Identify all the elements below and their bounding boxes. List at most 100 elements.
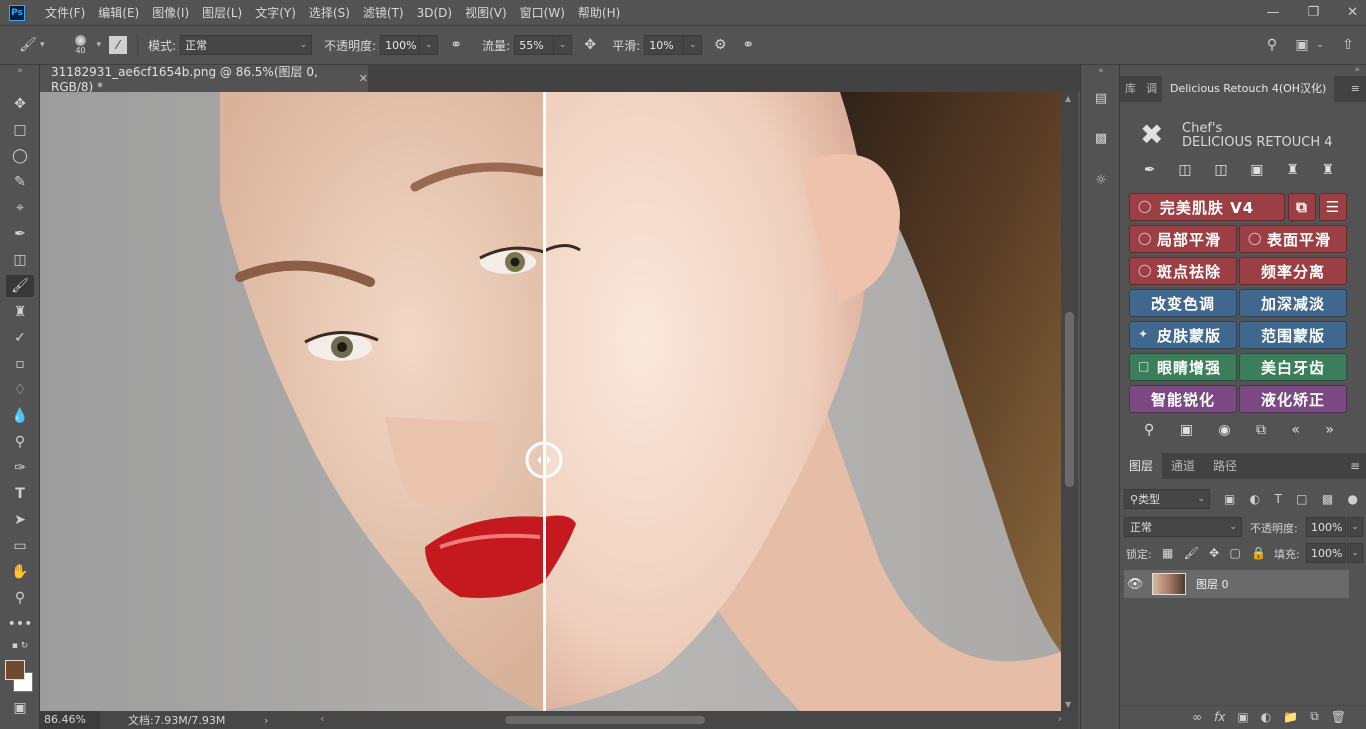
restore-icon[interactable]: ❐ (1307, 5, 1319, 20)
expand-panels-icon[interactable]: » (1354, 65, 1360, 75)
tab-adjustments[interactable]: 调 (1141, 76, 1162, 102)
close-icon[interactable]: ✕ (359, 72, 368, 85)
flow-input[interactable]: 55% (514, 35, 555, 55)
zoom-tool-icon[interactable]: ⚲ (6, 587, 34, 609)
bandage-icon[interactable]: ◫ (1178, 162, 1191, 184)
adjustment-layer-icon[interactable]: ◐ (1261, 710, 1271, 724)
shape-filter-icon[interactable]: □ (1296, 492, 1307, 506)
pixel-filter-icon[interactable]: ▣ (1224, 492, 1235, 506)
foreground-color-swatch[interactable] (5, 660, 25, 680)
rectangle-tool-icon[interactable]: ▭ (6, 535, 34, 557)
surface-smooth-button[interactable]: ◯ 表面平滑 (1239, 225, 1347, 253)
adjustments-panel-icon[interactable]: ▤ (1090, 87, 1112, 109)
fill-dropdown-icon[interactable]: ⌄ (1347, 543, 1363, 563)
quick-select-tool-icon[interactable]: ✎ (6, 171, 34, 193)
smooth-dropdown-icon[interactable]: ⌄ (684, 35, 703, 55)
add-mask-icon[interactable]: ▣ (1237, 710, 1248, 724)
tab-delicious-retouch[interactable]: Delicious Retouch 4(OH汉化) (1162, 76, 1335, 102)
zoom-icon[interactable]: ⚲ (1144, 422, 1154, 442)
close-icon[interactable]: ✕ (1347, 5, 1358, 20)
crop-tool-icon[interactable]: ⌖ (6, 197, 34, 219)
duplicate-icon[interactable]: ⧉ (1256, 422, 1266, 442)
document-tab[interactable]: 31182931_ae6cf1654b.png @ 86.5%(图层 0, RG… (40, 65, 368, 94)
fill-input[interactable]: 100% (1306, 543, 1346, 563)
menu-type[interactable]: 文字(Y) (255, 4, 296, 21)
pressure-opacity-icon[interactable]: ⚭ (446, 35, 466, 55)
menu-select[interactable]: 选择(S) (309, 4, 350, 21)
airbrush-icon[interactable]: ✥ (580, 35, 600, 55)
menu-view[interactable]: 视图(V) (465, 4, 507, 21)
vertical-scrollbar[interactable]: ▲ ▼ (1061, 92, 1078, 711)
menu-edit[interactable]: 编辑(E) (98, 4, 139, 21)
new-layer-icon[interactable]: ⧉ (1310, 709, 1319, 724)
menu-layer[interactable]: 图层(L) (202, 4, 242, 21)
opacity-input[interactable]: 100% (380, 35, 421, 55)
menu-filter[interactable]: 滤镜(T) (363, 4, 404, 21)
move-tool-icon[interactable]: ✥ (6, 93, 34, 115)
tab-paths[interactable]: 路径 (1204, 453, 1246, 479)
mode-select[interactable]: 正常 ⌄ (180, 35, 313, 55)
lasso-tool-icon[interactable]: ◯ (6, 145, 34, 167)
menu-file[interactable]: 文件(F) (45, 4, 85, 21)
new-group-icon[interactable]: 📁 (1283, 710, 1298, 724)
zoom-level[interactable]: 86.46% (40, 711, 100, 729)
scroll-left-icon[interactable]: ‹ (320, 712, 324, 725)
brush-preset-dropdown-icon[interactable]: ▾ (97, 40, 102, 50)
clone-stamp-tool-icon[interactable]: ♜ (6, 301, 34, 323)
blend-mode-select[interactable]: 正常 ⌄ (1124, 517, 1242, 537)
lock-transparent-icon[interactable]: ▦ (1162, 546, 1173, 560)
marquee-tool-icon[interactable]: □ (6, 119, 34, 141)
pen-tool-icon[interactable]: ✑ (6, 457, 34, 479)
horizontal-scrollbar[interactable]: ‹ › (320, 712, 1062, 725)
workspace-icon[interactable]: ▣ (1292, 35, 1312, 55)
collapse-dock-icon[interactable]: « (1090, 65, 1112, 77)
brush-tool-icon[interactable]: 🖌 (6, 275, 34, 297)
dodge-tool-icon[interactable]: ⚲ (6, 431, 34, 453)
dropper-plus-icon[interactable]: ✒ (1144, 162, 1156, 184)
smooth-input[interactable]: 10% (644, 35, 685, 55)
tool-preset-dropdown-icon[interactable]: ▾ (40, 40, 45, 50)
brush-settings-icon[interactable]: ⁄ (109, 36, 128, 54)
minimize-icon[interactable]: — (1266, 5, 1279, 20)
hand-tool-icon[interactable]: ✋ (6, 561, 34, 583)
lock-position-icon[interactable]: ✥ (1209, 546, 1219, 560)
history-brush-tool-icon[interactable]: ✓ (6, 327, 34, 349)
workspace-dropdown-icon[interactable]: ⌄ (1310, 35, 1330, 55)
vertical-scroll-thumb[interactable] (1065, 312, 1074, 487)
smoothing-options-gear-icon[interactable]: ⚙ (710, 35, 730, 55)
copy-layers-button[interactable]: ⧉ (1288, 193, 1316, 221)
delete-layer-icon[interactable]: 🗑 (1331, 710, 1346, 724)
local-smooth-button[interactable]: ◯ 局部平滑 (1129, 225, 1237, 253)
tab-layers[interactable]: 图层 (1120, 453, 1163, 479)
panel-icon[interactable]: ▣ (1180, 422, 1193, 442)
properties-panel-icon[interactable]: ▩ (1090, 127, 1112, 149)
teeth-whiten-button[interactable]: 美白牙齿 (1239, 353, 1347, 381)
perfect-skin-button[interactable]: ◯ 完美肌肤 V4 (1129, 193, 1285, 221)
sliders-settings-button[interactable]: ☰ (1319, 193, 1347, 221)
brush-tool-icon[interactable]: 🖌 (18, 35, 38, 55)
default-colors-icon[interactable]: ▪ ↻ (6, 639, 34, 653)
panel-menu-icon[interactable]: ≡ (1350, 453, 1360, 479)
frequency-separation-button[interactable]: 频率分离 (1239, 257, 1347, 285)
menu-window[interactable]: 窗口(W) (520, 4, 565, 21)
eye-enhance-button[interactable]: □ 眼睛增强 (1129, 353, 1237, 381)
link-layers-icon[interactable]: ∞ (1192, 710, 1202, 724)
search-icon[interactable]: ⚲ (1262, 35, 1282, 55)
menu-image[interactable]: 图像(I) (152, 4, 189, 21)
path-select-tool-icon[interactable]: ➤ (6, 509, 34, 531)
lock-pixels-icon[interactable]: 🖌 (1184, 546, 1199, 560)
smart-sharpen-button[interactable]: 智能锐化 (1129, 385, 1237, 413)
adjustment-filter-icon[interactable]: ◐ (1250, 492, 1260, 506)
eye-icon[interactable]: 👁 (1124, 577, 1146, 592)
scroll-up-icon[interactable]: ▲ (1065, 94, 1071, 103)
stamp-plus-icon[interactable]: ♜ (1321, 162, 1334, 184)
lock-artboard-icon[interactable]: ▢ (1229, 546, 1240, 560)
collapse-toolbar-icon[interactable]: » (6, 65, 34, 77)
filter-toggle-icon[interactable]: ● (1348, 492, 1358, 506)
type-filter-icon[interactable]: T (1274, 492, 1281, 506)
horizontal-scroll-thumb[interactable] (505, 716, 705, 724)
layer-name[interactable]: 图层 0 (1196, 576, 1229, 592)
eye-view-icon[interactable]: ◉ (1218, 422, 1230, 442)
eyedropper-tool-icon[interactable]: ✒ (6, 223, 34, 245)
scroll-right-icon[interactable]: › (1058, 712, 1062, 725)
